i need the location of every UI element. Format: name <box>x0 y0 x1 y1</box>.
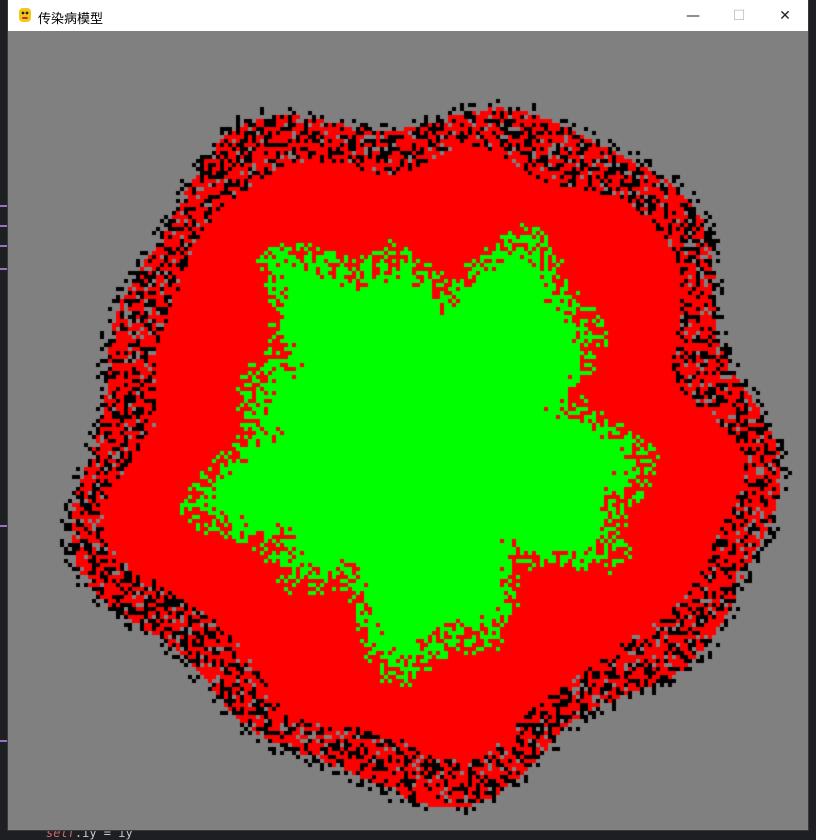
close-button[interactable]: ✕ <box>762 0 808 31</box>
gutter-marker <box>0 245 8 247</box>
gutter-marker <box>0 205 8 207</box>
gutter-marker <box>0 525 8 527</box>
window-title: 传染病模型 <box>38 12 104 27</box>
gutter-marker <box>0 740 8 742</box>
epidemic-simulation-canvas <box>8 31 808 830</box>
close-icon: ✕ <box>779 7 791 24</box>
maximize-icon: ☐ <box>732 7 746 24</box>
maximize-button[interactable]: ☐ <box>716 0 762 31</box>
app-window: 传染病模型 — ☐ ✕ <box>8 0 808 830</box>
simulation-canvas-area <box>8 31 808 830</box>
title-bar[interactable]: 传染病模型 — ☐ ✕ <box>8 0 808 32</box>
minimize-icon: — <box>686 7 700 24</box>
gutter-marker <box>0 225 8 227</box>
minimize-button[interactable]: — <box>670 0 716 31</box>
python-snake-icon <box>17 7 33 23</box>
gutter-marker <box>0 268 8 270</box>
